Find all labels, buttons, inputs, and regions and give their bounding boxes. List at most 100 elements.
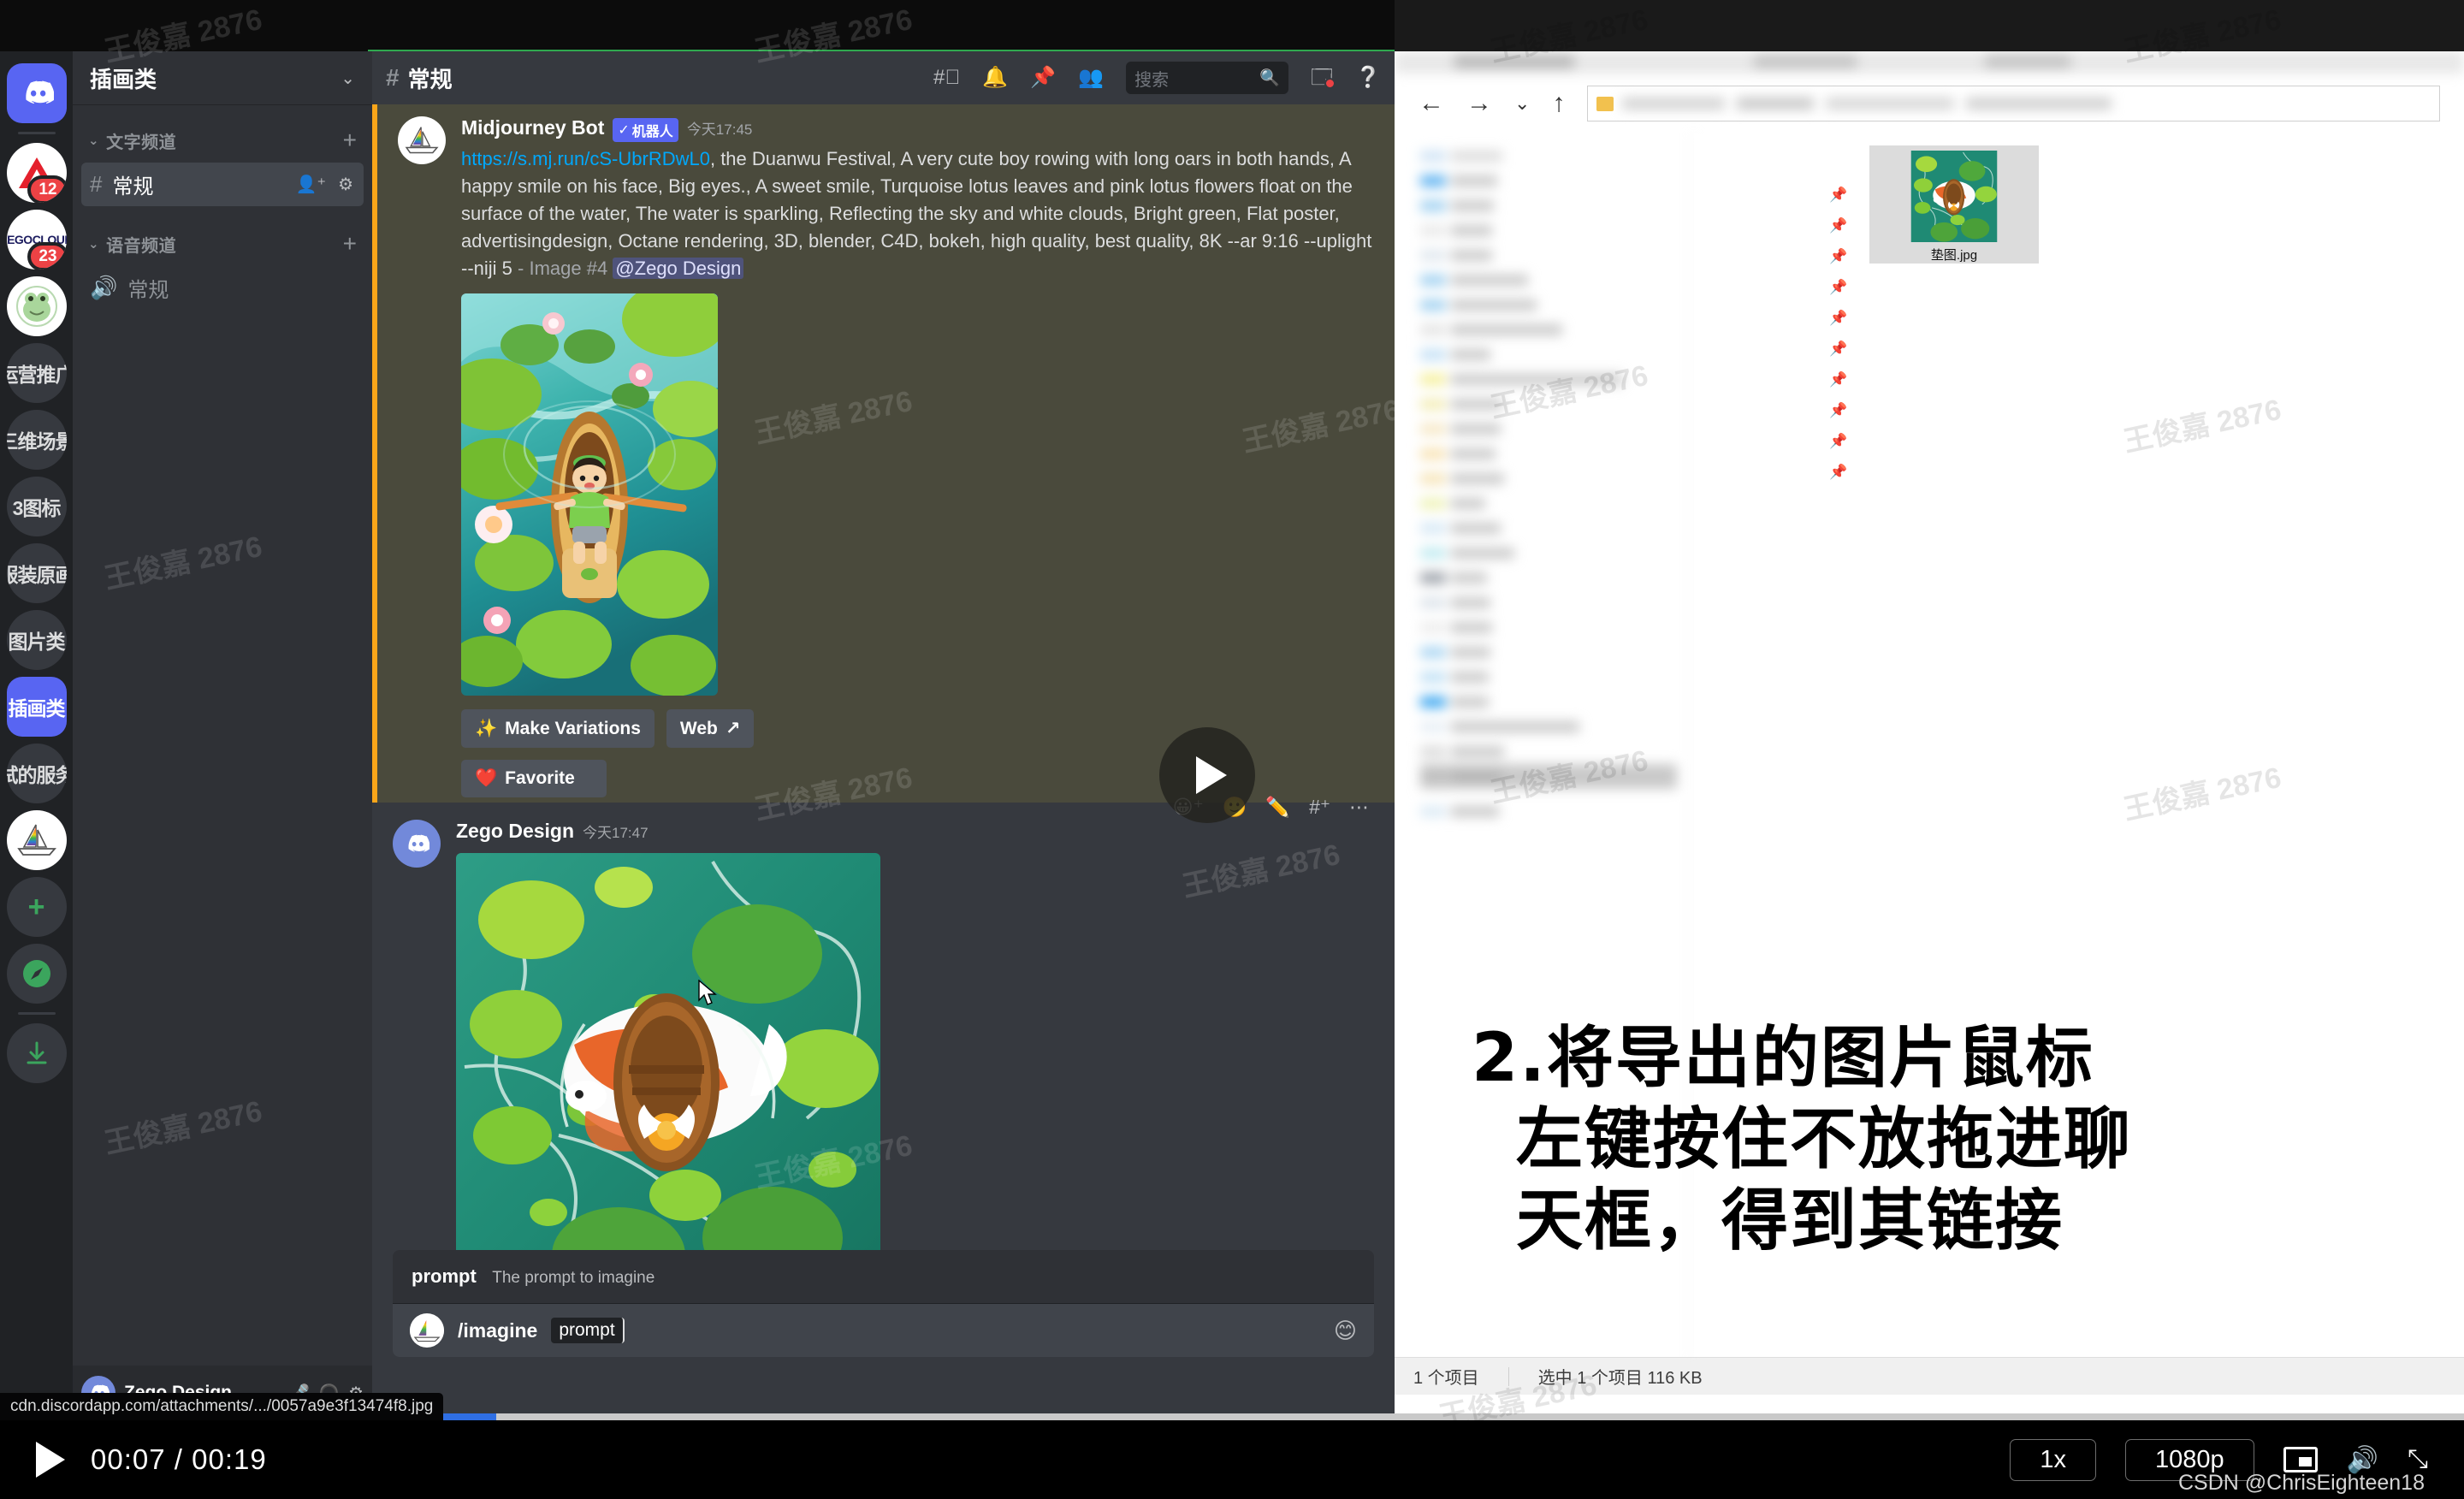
- slash-command-argument[interactable]: prompt: [551, 1318, 625, 1343]
- video-player-controls: 00:07 / 00:19 1x 1080p 🔊 ⤡ CSDN @ChrisEi…: [0, 1420, 2464, 1499]
- play-button[interactable]: [36, 1442, 65, 1478]
- message-author: Midjourney Bot: [461, 116, 605, 139]
- time-display: 00:07 / 00:19: [91, 1443, 267, 1476]
- server-label: 插画类: [8, 697, 66, 720]
- window-top-strip: [0, 0, 1395, 54]
- server-icon-tupianlei[interactable]: 图片类: [6, 610, 67, 670]
- message-author: Zego Design: [456, 820, 575, 843]
- prompt-image-link[interactable]: https://s.mj.run/cS-UbrRDwL0: [461, 148, 710, 169]
- category-text: 语音频道: [106, 236, 177, 256]
- create-thread-icon[interactable]: #⁺: [1309, 796, 1330, 819]
- favorite-button[interactable]: ❤️ Favorite: [461, 760, 607, 798]
- server-icon-chahualei[interactable]: 插画类: [6, 677, 67, 737]
- message-body: Midjourney Bot ✓ 机器人 今天17:45 https://s.mj…: [461, 116, 1374, 798]
- up-icon[interactable]: ↑: [1552, 89, 1565, 118]
- server-label: 3图标: [12, 497, 62, 519]
- message-midjourney-bot: Midjourney Bot ✓ 机器人 今天17:45 https://s.mj…: [372, 104, 1395, 803]
- hash-icon: #: [90, 171, 103, 197]
- avatar[interactable]: [393, 820, 441, 868]
- exit-fullscreen-icon[interactable]: ⤡: [2408, 1445, 2428, 1474]
- message-body: Zego Design 今天17:47: [456, 820, 1374, 1306]
- edit-icon[interactable]: ✏️: [1265, 796, 1290, 819]
- caption-line-2: 左键按住不放拖进聊: [1516, 1101, 2133, 1179]
- server-icon-fuzhuang[interactable]: 服装原画: [6, 543, 67, 603]
- download-apps-button[interactable]: [6, 1023, 67, 1083]
- emoji-picker-icon[interactable]: 😊: [1334, 1318, 1357, 1344]
- recent-locations-dropdown-icon[interactable]: ⌄: [1514, 92, 1530, 115]
- gear-icon[interactable]: ⚙: [338, 174, 353, 195]
- bell-icon[interactable]: 🔔: [982, 68, 1008, 88]
- search-icon: 🔍: [1259, 69, 1281, 87]
- video-play-overlay-button[interactable]: [1159, 727, 1255, 823]
- server-icon-discord-home[interactable]: [6, 63, 67, 123]
- make-variations-button[interactable]: ✨ Make Variations: [461, 709, 654, 749]
- inbox-icon[interactable]: 🗔: [1311, 68, 1336, 89]
- command-avatar: [410, 1313, 444, 1348]
- server-icon-midjourney[interactable]: [6, 810, 67, 870]
- server-icon-shidefuwu[interactable]: 试的服务: [6, 744, 67, 803]
- file-item-selected[interactable]: 垫图.jpg: [1869, 145, 2039, 264]
- search-input[interactable]: 搜索 🔍: [1126, 62, 1289, 94]
- server-label: 运营推广: [6, 364, 67, 386]
- sailboat-icon: [410, 1316, 444, 1345]
- message-input[interactable]: /imagine prompt 😊: [393, 1304, 1374, 1357]
- server-label: 图片类: [8, 631, 66, 653]
- address-bar[interactable]: [1587, 86, 2440, 121]
- discord-window: 12 ZEGOCLOUD 23 运营推广 三维场景 3图标 服装原画 图片类: [0, 51, 1395, 1420]
- server-icon-zegocloud[interactable]: ZEGOCLOUD 23: [6, 210, 67, 270]
- mention-zego-design[interactable]: @Zego Design: [613, 257, 744, 279]
- add-voice-channel-button[interactable]: +: [343, 230, 357, 258]
- selection-info: 选中 1 个项目 116 KB: [1537, 1369, 1703, 1388]
- server-label: 服装原画: [6, 564, 67, 586]
- add-server-button[interactable]: +: [6, 877, 67, 937]
- server-icon-a[interactable]: 12: [6, 143, 67, 203]
- command-param-name: prompt: [412, 1265, 477, 1287]
- server-header[interactable]: 插画类 ⌄: [73, 51, 372, 104]
- category-label: ⌄ 语音频道: [88, 232, 176, 257]
- picture-in-picture-icon[interactable]: [2283, 1447, 2318, 1472]
- server-icon-tubiao[interactable]: 3图标: [6, 477, 67, 536]
- external-link-icon: ↗: [725, 719, 741, 739]
- button-label: Make Variations: [505, 718, 641, 738]
- category-text-channels[interactable]: ⌄ 文字频道 +: [73, 104, 372, 161]
- server-icon-frog[interactable]: [6, 276, 67, 336]
- playback-speed-button[interactable]: 1x: [2010, 1438, 2096, 1481]
- members-icon[interactable]: 👥: [1078, 68, 1104, 88]
- mouse-cursor-icon: [698, 980, 717, 1005]
- bot-label: 机器人: [631, 125, 673, 139]
- web-button[interactable]: Web ↗: [666, 709, 755, 749]
- message-header: Midjourney Bot ✓ 机器人 今天17:45: [461, 116, 1374, 142]
- sailboat-icon: [405, 127, 439, 154]
- compass-icon: [22, 960, 50, 987]
- category-voice-channels[interactable]: ⌄ 语音频道 +: [73, 208, 372, 264]
- inbox-unread-dot: [1324, 78, 1336, 89]
- generated-image-boy-rowing[interactable]: [461, 293, 718, 696]
- message-timestamp: 今天17:45: [686, 121, 753, 138]
- pin-icon: 📌: [1829, 464, 1848, 480]
- avatar[interactable]: [398, 116, 446, 164]
- server-name: 插画类: [90, 66, 157, 92]
- threads-icon[interactable]: #⃞: [933, 68, 960, 88]
- pin-icon[interactable]: 📌: [1030, 68, 1056, 88]
- current-time: 00:07: [91, 1443, 166, 1475]
- help-icon[interactable]: ❔: [1355, 68, 1381, 88]
- chat-area: # 常规 #⃞ 🔔 📌 👥 搜索 🔍 🗔 ❔ Midjourney Bot ✓ …: [372, 51, 1395, 1420]
- create-invite-icon[interactable]: 👤⁺: [296, 174, 326, 195]
- forward-icon[interactable]: →: [1466, 89, 1492, 118]
- attached-image-koi-lotus[interactable]: [456, 853, 880, 1306]
- caption-line-3: 天框，得到其链接: [1516, 1182, 2064, 1260]
- channel-actions: 👤⁺ ⚙: [296, 174, 353, 195]
- more-icon[interactable]: ⋯: [1349, 796, 1369, 819]
- sidebar-channel-voice-changui[interactable]: 🔊 常规: [81, 266, 364, 310]
- verified-check-icon: ✓: [618, 123, 630, 138]
- server-icon-yunying[interactable]: 运营推广: [6, 343, 67, 403]
- pin-column: 📌 📌 📌 📌 📌 📌 📌 📌 📌 📌: [1829, 187, 1847, 481]
- slash-command-suggestion[interactable]: prompt The prompt to imagine: [393, 1250, 1374, 1304]
- category-label: ⌄ 文字频道: [88, 128, 176, 153]
- add-channel-button[interactable]: +: [343, 127, 357, 154]
- server-icon-sanwei[interactable]: 三维场景: [6, 410, 67, 470]
- pin-icon: 📌: [1829, 402, 1848, 418]
- back-icon[interactable]: ←: [1419, 89, 1444, 118]
- explore-servers-button[interactable]: [6, 944, 67, 1004]
- sidebar-channel-text-changui[interactable]: # 常规 👤⁺ ⚙: [81, 163, 364, 206]
